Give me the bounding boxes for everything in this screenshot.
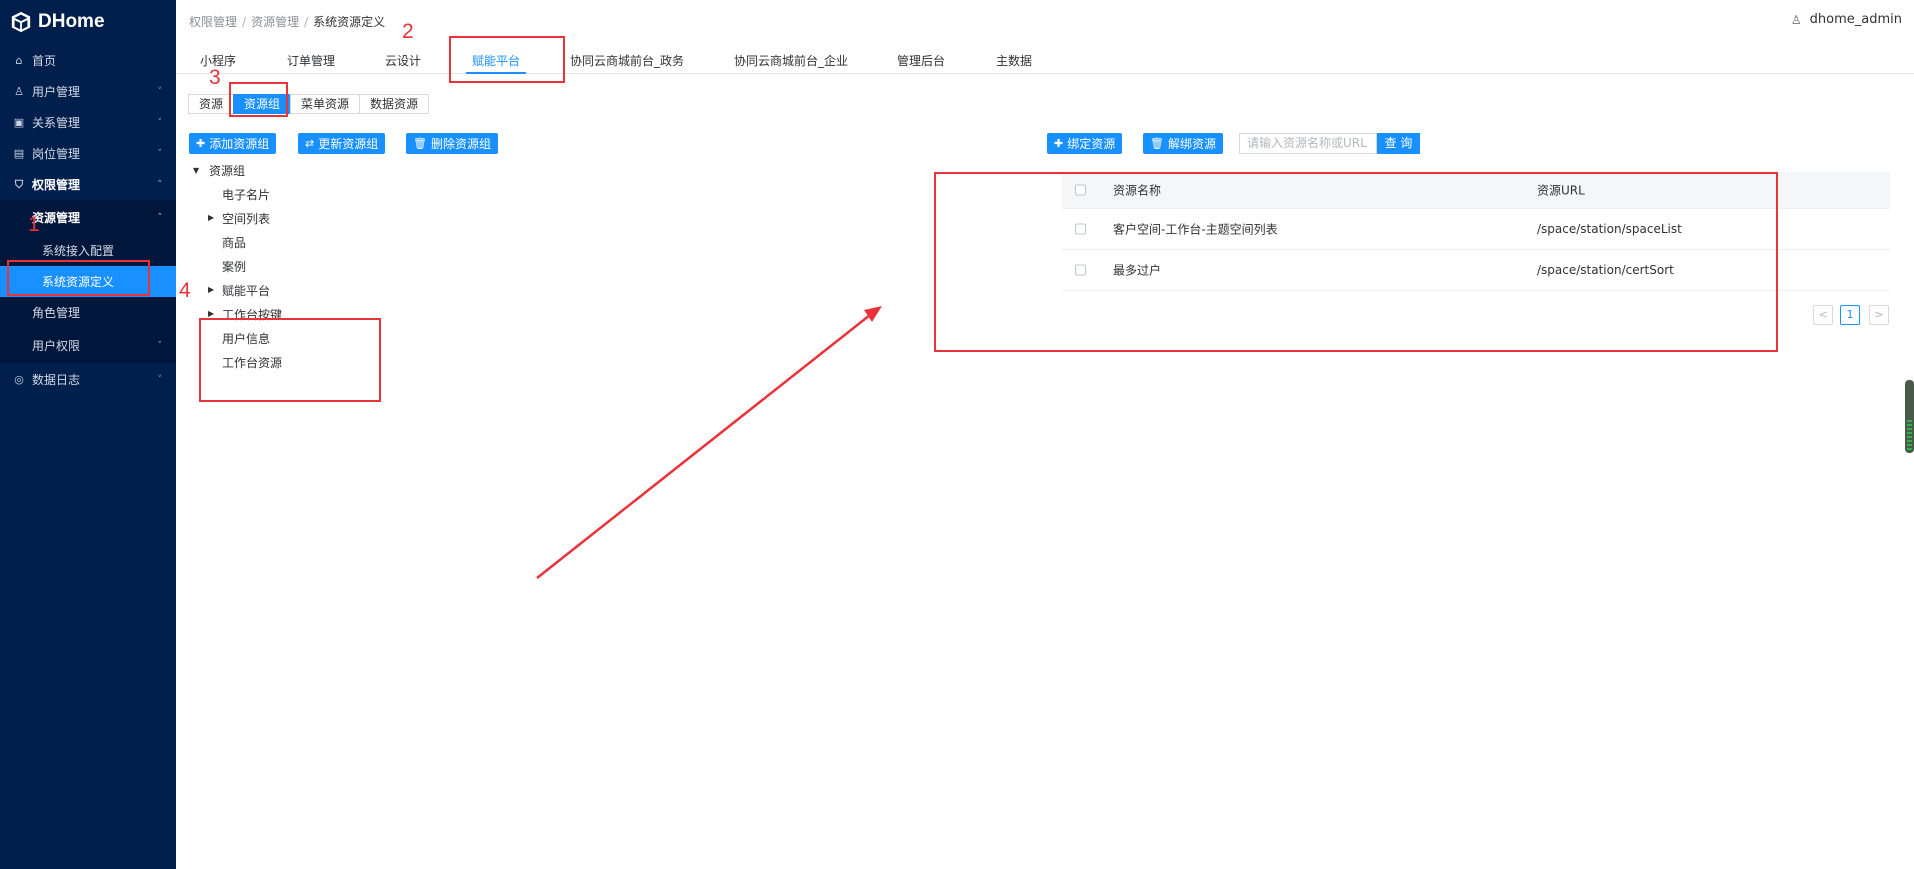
subtab-resource[interactable]: 资源 <box>188 94 235 114</box>
scrollbar-thumb[interactable] <box>1905 380 1914 453</box>
update-group-button[interactable]: ⇄ 更新资源组 <box>298 133 386 154</box>
username: dhome_admin <box>1809 12 1902 27</box>
button-label: 添加资源组 <box>209 137 270 151</box>
sidebar-item-relations[interactable]: ▣ 关系管理 ˅ <box>0 107 176 138</box>
annotation-arrow <box>536 306 882 579</box>
chevron-up-icon: ˄ <box>157 212 163 223</box>
refresh-icon: ⇄ <box>305 137 315 150</box>
tree-node-root[interactable]: 资源组 <box>209 162 245 179</box>
chevron-down-icon: ˅ <box>157 86 163 97</box>
sidebar-item-label: 关系管理 <box>32 116 81 130</box>
tree-node[interactable]: 空间列表 <box>222 210 270 227</box>
add-group-button[interactable]: ✚ 添加资源组 <box>189 133 277 154</box>
sidebar-item-data-log[interactable]: ◎ 数据日志 ˅ <box>0 363 176 396</box>
sidebar-item-permissions[interactable]: ⛉ 权限管理 ˄ <box>0 169 176 200</box>
shield-icon: ⛉ <box>14 177 24 191</box>
delete-group-button[interactable]: 🗑 删除资源组 <box>406 133 498 154</box>
tree-node[interactable]: 电子名片 <box>222 186 270 203</box>
resource-search-input[interactable]: 请输入资源名称或URL <box>1239 133 1377 154</box>
tab-orders[interactable]: 订单管理 <box>287 52 335 69</box>
breadcrumb: 权限管理 / 资源管理 / 系统资源定义 <box>189 13 385 30</box>
trash-icon: 🗑 <box>413 137 427 150</box>
logo[interactable]: DHome <box>0 0 176 44</box>
header: 权限管理 / 资源管理 / 系统资源定义 ♙ dhome_admin <box>176 0 1914 40</box>
tab-mall-enterprise[interactable]: 协同云商城前台_企业 <box>734 52 848 69</box>
annotation-number: 4 <box>179 279 191 302</box>
sidebar-item-label: 角色管理 <box>32 306 81 320</box>
next-page-button[interactable]: > <box>1869 305 1889 325</box>
sidebar-item-label: 用户权限 <box>32 339 81 353</box>
breadcrumb-current: 系统资源定义 <box>313 15 386 29</box>
system-tabs: 小程序 订单管理 云设计 赋能平台 协同云商城前台_政务 协同云商城前台_企业 … <box>176 44 1914 74</box>
sidebar-item-label: 岗位管理 <box>32 147 81 161</box>
sidebar-item-user-permissions[interactable]: 用户权限 ˅ <box>0 328 176 363</box>
chevron-down-icon: ˅ <box>157 340 163 351</box>
caret-right-icon[interactable]: ▶ <box>208 285 214 294</box>
post-icon: ▤ <box>13 147 25 160</box>
sidebar-item-roles[interactable]: 角色管理 <box>0 297 176 328</box>
trash-icon: 🗑 <box>1150 137 1164 150</box>
button-label: 解绑资源 <box>1167 137 1216 151</box>
plus-icon: ✚ <box>196 137 206 150</box>
log-icon: ◎ <box>14 373 24 386</box>
arrow-head-icon <box>864 306 882 322</box>
caret-right-icon[interactable]: ▶ <box>208 213 214 222</box>
subtab-data-resource[interactable]: 数据资源 <box>359 94 430 114</box>
sidebar-item-label: 首页 <box>32 54 57 68</box>
breadcrumb-item[interactable]: 资源管理 <box>251 15 299 29</box>
cube-logo-icon <box>11 11 31 33</box>
chevron-down-icon: ˅ <box>157 148 163 159</box>
user-icon: ♙ <box>14 85 24 98</box>
sidebar-item-label: 系统接入配置 <box>42 244 115 258</box>
sidebar-item-resource-mgmt[interactable]: 资源管理 ˄ <box>0 200 176 235</box>
sidebar-item-label: 数据日志 <box>32 373 81 387</box>
sidebar-item-label: 用户管理 <box>32 85 81 99</box>
tree-node[interactable]: 赋能平台 <box>222 282 270 299</box>
tree-node[interactable]: 案例 <box>222 258 246 275</box>
tab-cloud-design[interactable]: 云设计 <box>385 52 421 69</box>
home-icon: ⌂ <box>15 54 23 67</box>
relation-icon: ▣ <box>13 116 25 129</box>
caret-down-icon[interactable]: ▼ <box>193 166 199 175</box>
tree-node[interactable]: 商品 <box>222 234 246 251</box>
plus-icon: ✚ <box>1054 137 1064 150</box>
annotation-box <box>449 36 565 83</box>
sidebar-item-posts[interactable]: ▤ 岗位管理 ˅ <box>0 138 176 169</box>
tab-mall-government[interactable]: 协同云商城前台_政务 <box>570 52 684 69</box>
annotation-box <box>7 260 150 296</box>
chevron-up-icon: ˄ <box>157 179 163 190</box>
user-icon: ♙ <box>1790 12 1802 27</box>
sidebar-item-home[interactable]: ⌂ 首页 <box>0 45 176 76</box>
resource-type-tabs: 资源 资源组 菜单资源 数据资源 <box>188 94 430 114</box>
annotation-number: 1 <box>28 213 40 236</box>
breadcrumb-separator: / <box>304 15 309 29</box>
tab-master-data[interactable]: 主数据 <box>996 52 1032 69</box>
button-label: 绑定资源 <box>1067 137 1116 151</box>
chevron-down-icon: ˅ <box>157 117 163 128</box>
button-label: 更新资源组 <box>318 137 379 151</box>
page-number[interactable]: 1 <box>1840 305 1860 325</box>
sidebar: DHome ⌂ 首页 ♙ 用户管理 ˅ ▣ 关系管理 ˅ ▤ 岗位管理 ˅ ⛉ … <box>0 0 176 869</box>
annotation-number: 2 <box>402 20 414 43</box>
prev-page-button[interactable]: < <box>1813 305 1833 325</box>
annotation-box <box>229 82 288 117</box>
annotation-number: 3 <box>209 66 221 89</box>
subtab-menu-resource[interactable]: 菜单资源 <box>290 94 361 114</box>
unbind-resource-button[interactable]: 🗑 解绑资源 <box>1143 133 1223 154</box>
chevron-down-icon: ˅ <box>157 374 163 385</box>
app-name: DHome <box>38 11 105 32</box>
breadcrumb-separator: / <box>242 15 247 29</box>
annotation-box <box>199 318 381 402</box>
tab-admin[interactable]: 管理后台 <box>897 52 945 69</box>
user-menu[interactable]: ♙ dhome_admin <box>1791 12 1902 27</box>
button-label: 删除资源组 <box>430 137 491 151</box>
bind-resource-button[interactable]: ✚ 绑定资源 <box>1047 133 1123 154</box>
search-button[interactable]: 查 询 <box>1377 133 1420 154</box>
annotation-box <box>934 172 1778 352</box>
caret-right-icon[interactable]: ▶ <box>208 309 214 318</box>
breadcrumb-item[interactable]: 权限管理 <box>189 15 237 29</box>
sidebar-item-users[interactable]: ♙ 用户管理 ˅ <box>0 76 176 107</box>
sidebar-item-label: 权限管理 <box>32 178 81 192</box>
